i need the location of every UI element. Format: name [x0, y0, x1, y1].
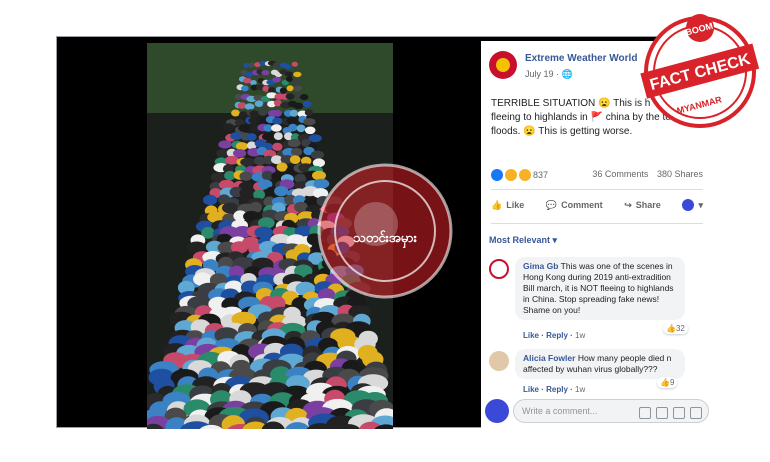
share-button[interactable]: ↪ Share: [624, 200, 661, 211]
profile-dot-icon: [682, 199, 695, 211]
comment-like-link[interactable]: Like: [523, 331, 539, 340]
reaction-count: 837: [533, 170, 549, 180]
post-stats: 36 Comments 380 Shares: [586, 169, 703, 179]
comment-reply-link[interactable]: Reply: [546, 385, 568, 394]
share-label: Share: [635, 200, 661, 210]
comment-bubble: Alicia Fowler How many people died n aff…: [515, 349, 685, 379]
comment-reaction-count: 9: [669, 378, 675, 387]
like-reaction-icon: [491, 169, 503, 181]
comment-input-icons: [639, 407, 702, 419]
page-name-link[interactable]: Extreme Weather World: [525, 53, 637, 64]
comment-bubble: Gima Gb This was one of the scenes in Ho…: [515, 257, 685, 320]
chevron-down-icon: ▾: [698, 199, 703, 210]
comment-author-link[interactable]: Gima Gb: [523, 261, 558, 271]
gif-icon[interactable]: [673, 407, 685, 419]
comment-button[interactable]: 💬 Comment: [546, 200, 603, 211]
sad-reaction-icon: [505, 169, 517, 181]
wow-reaction-icon: [519, 169, 531, 181]
share-arrow-icon: ↪: [624, 199, 632, 210]
post-actions: 👍 Like 💬 Comment ↪ Share ▾: [491, 199, 703, 211]
comment-meta: Like · Reply · 1w: [523, 331, 586, 340]
comment-like-link[interactable]: Like: [523, 385, 539, 394]
like-reaction-icon: 👍: [660, 378, 670, 387]
divider: [491, 189, 703, 190]
post-date[interactable]: July 19 · 🌐: [525, 69, 573, 80]
comments-count-link[interactable]: 36 Comments: [592, 169, 648, 179]
post-date-text: July 19 ·: [525, 69, 562, 79]
comment-meta: Like · Reply · 1w: [523, 385, 586, 394]
like-button[interactable]: 👍 Like: [491, 200, 524, 211]
comment-input-placeholder: Write a comment...: [522, 406, 598, 416]
like-reaction-icon: 👍: [666, 324, 676, 333]
comment-sort-dropdown[interactable]: Most Relevant ▾: [489, 235, 557, 246]
speech-bubble-icon: 💬: [545, 199, 558, 210]
comment-item: Gima Gb This was one of the scenes in Ho…: [489, 257, 709, 340]
comment-reply-link[interactable]: Reply: [546, 331, 568, 340]
current-user-avatar: [485, 399, 509, 423]
emoji-icon[interactable]: [639, 407, 651, 419]
comment-input[interactable]: Write a comment...: [513, 399, 709, 423]
comment-label: Comment: [561, 200, 603, 210]
comment-reaction-count: 32: [675, 324, 685, 333]
thumbs-up-icon: 👍: [491, 199, 503, 210]
comment-time[interactable]: 1w: [575, 331, 585, 340]
divider: [491, 223, 703, 224]
myanmar-false-watermark: သတင်းအမှား: [317, 163, 453, 299]
comment-item: Alicia Fowler How many people died n aff…: [489, 349, 709, 394]
audience-selector[interactable]: ▾: [682, 199, 703, 211]
commenter-avatar[interactable]: [489, 259, 509, 279]
shares-count-link[interactable]: 380 Shares: [657, 169, 703, 179]
write-comment-box: Write a comment...: [485, 397, 709, 425]
sticker-icon[interactable]: [690, 407, 702, 419]
like-label: Like: [506, 200, 525, 210]
globe-icon: 🌐: [561, 69, 573, 79]
comment-reactions[interactable]: 👍32: [663, 323, 688, 334]
comment-author-link[interactable]: Alicia Fowler: [523, 353, 575, 363]
comment-reactions[interactable]: 👍9: [657, 377, 678, 388]
commenter-avatar[interactable]: [489, 351, 509, 371]
camera-icon[interactable]: [656, 407, 668, 419]
page-avatar[interactable]: [489, 51, 517, 79]
reaction-summary[interactable]: 837: [491, 169, 548, 181]
boom-fact-check-logo: BOOM FACT CHECK MYANMAR: [640, 14, 760, 128]
comment-time[interactable]: 1w: [575, 385, 585, 394]
